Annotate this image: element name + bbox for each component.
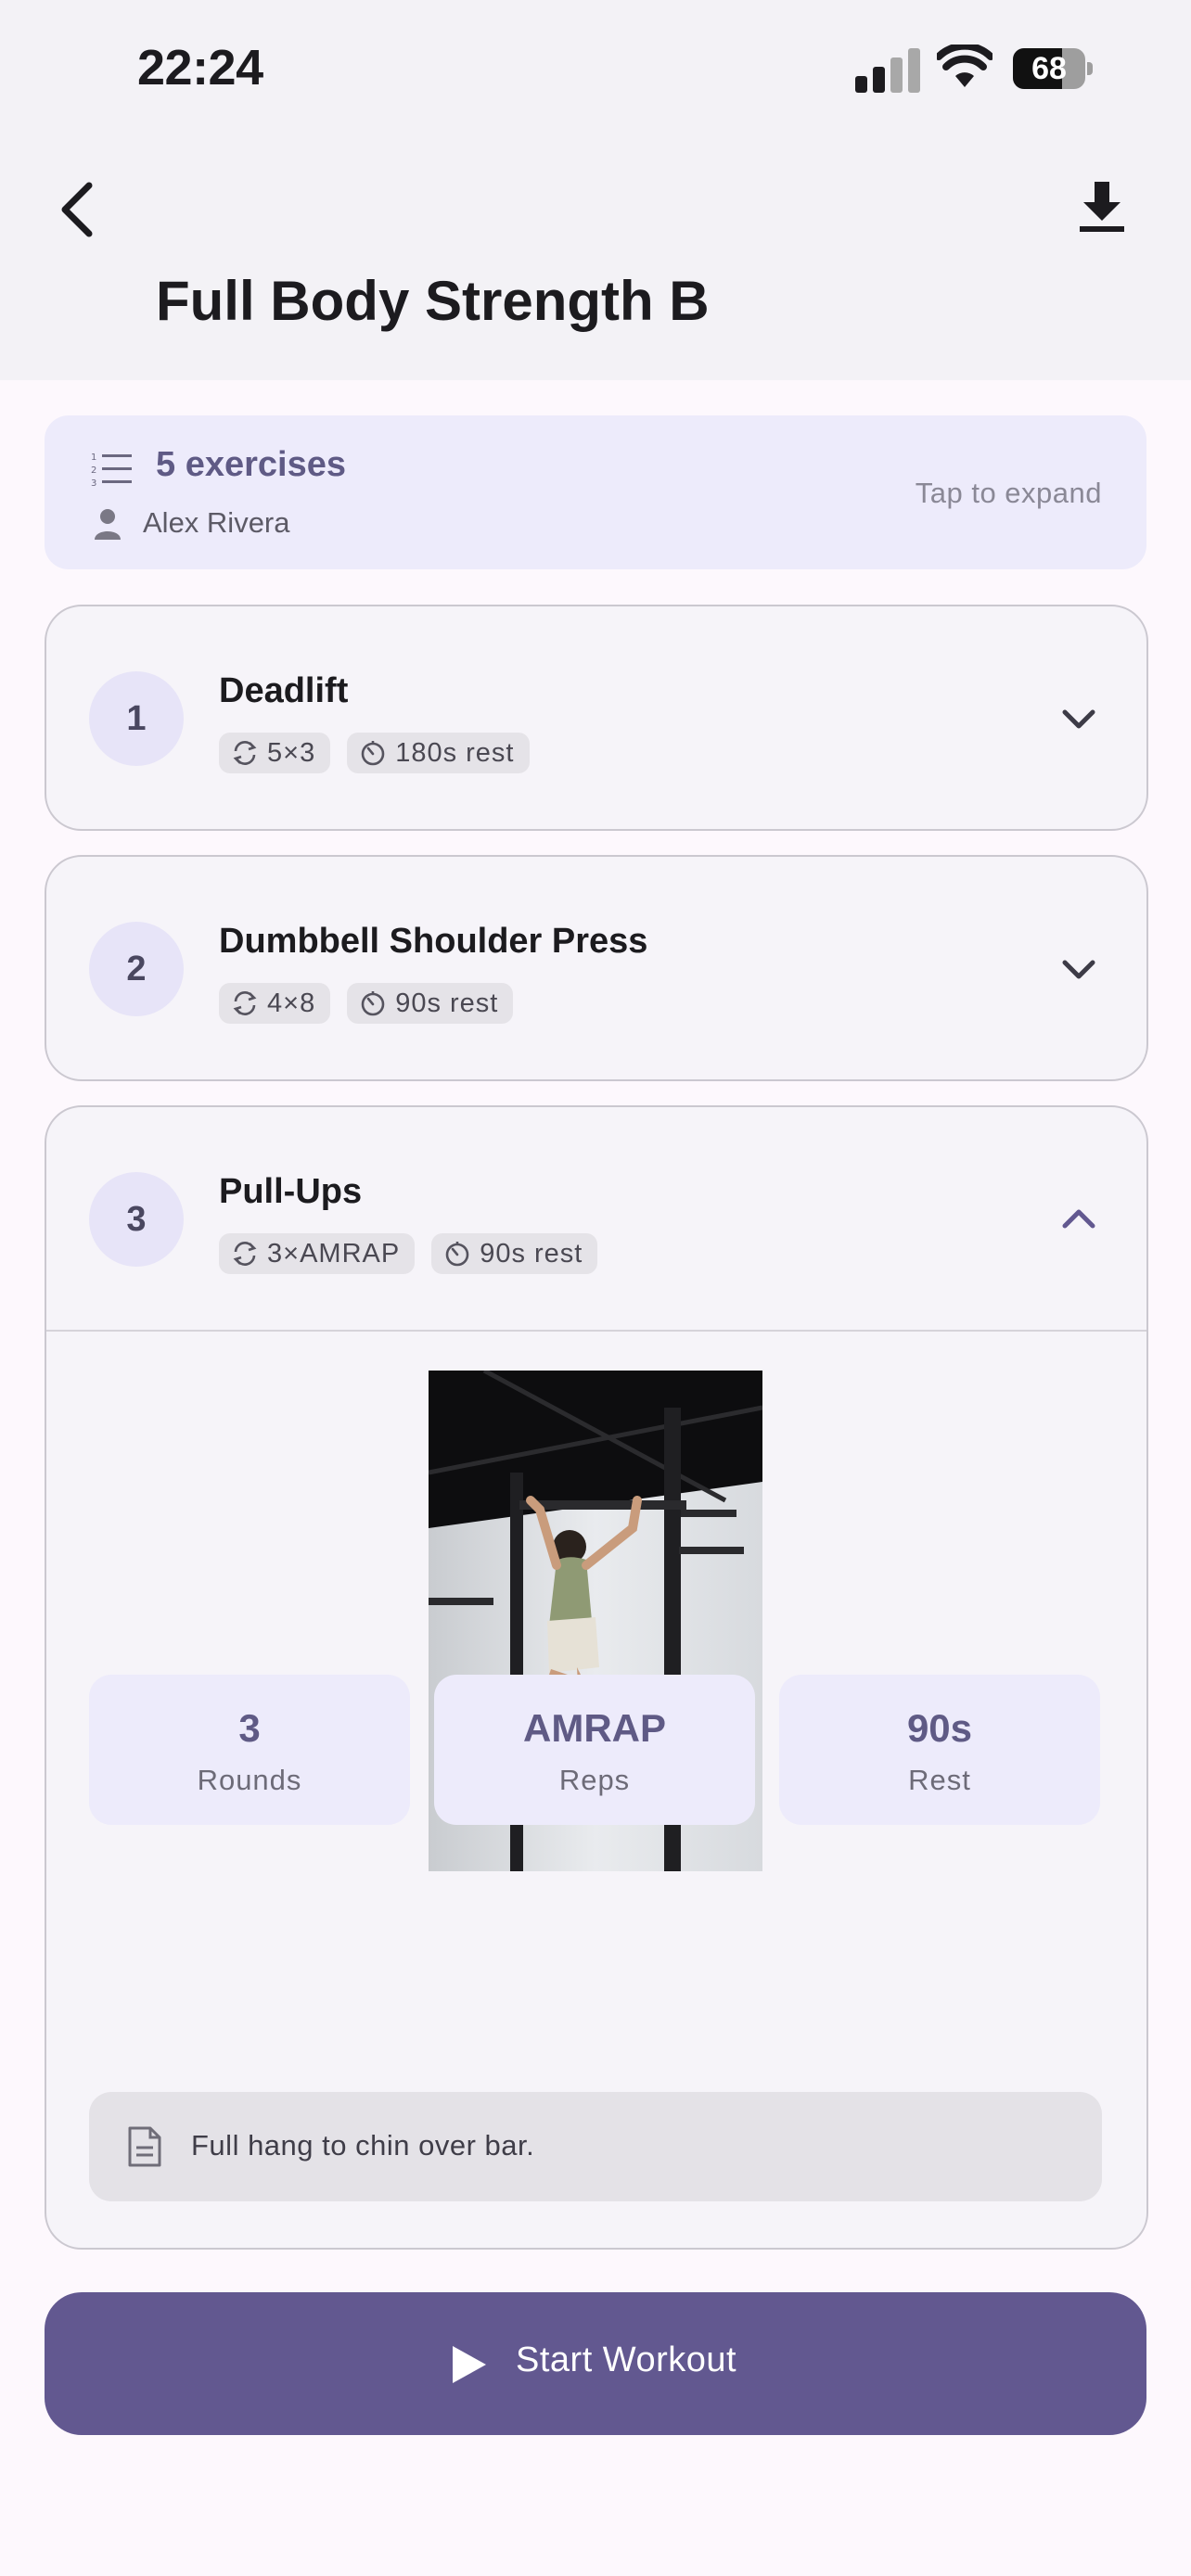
timer-icon [361,991,385,1016]
rounds-label: Rounds [197,1764,302,1796]
exercise-name: Pull-Ups [219,1172,363,1211]
exercise-name: Dumbbell Shoulder Press [219,922,648,961]
sets-reps-chip: 5×3 [219,733,331,773]
cellular-signal-icon [855,46,920,93]
back-button[interactable] [50,176,109,243]
exercise-name: Deadlift [219,671,349,710]
download-button[interactable] [1072,176,1132,236]
exercise-count: 5 exercises [156,445,346,484]
workout-summary-card[interactable]: 1 2 3 5 exercises Alex Rivera Tap to exp… [45,415,1146,569]
page-title: Full Body Strength B [156,270,710,332]
document-icon [128,2126,161,2167]
rest-value: 90s [906,1706,973,1750]
card-divider [46,1330,1146,1332]
chevron-left-icon [61,182,93,237]
numbered-list-icon: 1 2 3 [91,453,132,488]
svg-text:3: 3 [91,478,96,488]
rounds-value: 3 [238,1706,261,1750]
rest-chip: 90s rest [347,983,514,1024]
exercise-card-expanded: 3 Pull-Ups 3×AMRAP 90s rest 3 Rounds AMR… [45,1105,1148,2250]
reps-label: Reps [558,1764,631,1796]
battery-indicator: 68 [1013,48,1093,89]
exercise-number: 2 [89,922,184,1016]
rest-stat-label: Rest [908,1764,971,1796]
timer-icon [361,741,385,766]
expand-hint: Tap to expand [915,477,1102,509]
exercise-number: 3 [89,1172,184,1267]
sets-reps-label: 5×3 [267,737,316,768]
chevron-up-icon[interactable] [1057,1198,1100,1241]
status-time: 22:24 [137,40,263,96]
reps-value: AMRAP [523,1706,666,1750]
download-icon [1080,182,1124,232]
repeat-icon [233,1242,257,1266]
person-icon [95,509,121,540]
sets-reps-chip: 4×8 [219,983,331,1024]
exercise-card: 2 Dumbbell Shoulder Press 4×8 90s rest [45,855,1148,1081]
repeat-icon [233,741,257,765]
rounds-stat: 3 Rounds [89,1675,410,1825]
start-workout-button[interactable]: Start Workout [45,2292,1146,2435]
svg-text:2: 2 [91,465,96,476]
svg-text:1: 1 [91,453,96,463]
exercise-note: Full hang to chin over bar. [89,2092,1102,2201]
battery-percent: 68 [1031,51,1067,86]
chevron-down-icon[interactable] [1057,697,1100,740]
sets-reps-label: 4×8 [267,988,316,1018]
rest-label: 90s rest [395,988,499,1018]
chevron-down-icon[interactable] [1057,948,1100,990]
rest-chip: 90s rest [431,1233,598,1274]
sets-reps-chip: 3×AMRAP [219,1233,416,1274]
note-text: Full hang to chin over bar. [191,2129,535,2162]
rest-chip: 180s rest [347,733,530,773]
start-workout-label: Start Workout [516,2340,737,2379]
exercise-header-row[interactable]: 3 Pull-Ups 3×AMRAP 90s rest [46,1107,1146,1330]
exercise-header-row[interactable]: 1 Deadlift 5×3 180s rest [46,606,1146,829]
wifi-icon [937,45,992,87]
timer-icon [445,1242,469,1267]
rest-label: 180s rest [395,737,515,768]
repeat-icon [233,991,257,1015]
play-icon [453,2346,486,2383]
exercise-number: 1 [89,671,184,766]
sets-reps-label: 3×AMRAP [267,1238,401,1269]
reps-stat: AMRAP Reps [434,1675,755,1825]
rest-label: 90s rest [480,1238,583,1269]
author-name: Alex Rivera [143,506,290,539]
exercise-card: 1 Deadlift 5×3 180s rest [45,605,1148,831]
rest-stat: 90s Rest [779,1675,1100,1825]
exercise-header-row[interactable]: 2 Dumbbell Shoulder Press 4×8 90s rest [46,857,1146,1079]
